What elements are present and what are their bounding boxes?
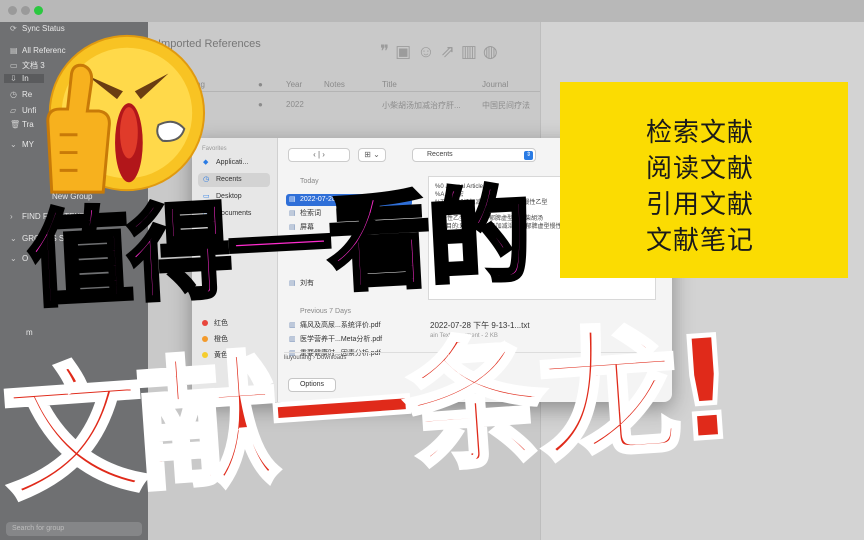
back-forward-buttons[interactable]: ‹ | › xyxy=(288,148,350,162)
read-status-dot: ● xyxy=(258,100,263,109)
globe-icon[interactable]: ◍ xyxy=(483,42,504,61)
orange-tag-icon xyxy=(202,336,208,342)
note-line: 引用文献 xyxy=(646,190,755,220)
column-title[interactable]: Title xyxy=(382,80,397,89)
minimize-window-button[interactable] xyxy=(21,6,30,15)
share-icon[interactable]: ⇗ xyxy=(441,42,461,61)
chevron-updown-icon: ⇕ xyxy=(524,151,533,160)
column-read-status[interactable]: ● xyxy=(258,80,263,89)
chevron-down-icon: ⌄ xyxy=(10,234,17,243)
note-line: 检索文献 xyxy=(646,118,755,148)
column-year[interactable]: Year xyxy=(286,80,302,89)
view-mode-button[interactable]: ⊞ ⌄ xyxy=(358,148,386,162)
location-popup[interactable]: Recents ⇕ xyxy=(412,148,536,162)
import-icon: ⇩ xyxy=(10,74,17,83)
window-titlebar xyxy=(0,0,864,22)
pdf-icon[interactable]: ▥ xyxy=(461,42,483,61)
note-line: 文献笔记 xyxy=(646,226,755,256)
toolbar: ❞▣☺⇗▥◍ xyxy=(380,42,504,62)
chevron-down-icon: ⌄ xyxy=(10,254,17,263)
column-journal[interactable]: Journal xyxy=(482,80,508,89)
sidebar-item-recently-added[interactable]: ◷ Re xyxy=(10,90,32,99)
column-notes[interactable]: Notes xyxy=(324,80,345,89)
group-search-input[interactable]: Search for group xyxy=(6,522,142,536)
previous-7-days-heading: Previous 7 Days xyxy=(300,308,351,315)
sidebar-item-misc[interactable]: m xyxy=(26,328,33,337)
row-title: 小柴胡汤加减治疗肝... xyxy=(382,101,461,110)
pdf-file-icon: ▥ xyxy=(289,322,296,329)
sidebar-section-online[interactable]: ⌄ O xyxy=(10,254,28,263)
chevron-down-icon: ⌄ xyxy=(10,140,17,149)
clipboard-add-icon[interactable]: ▣ xyxy=(395,42,417,61)
note-line: 阅读文献 xyxy=(646,154,755,184)
row-journal: 中国民间疗法 xyxy=(482,101,530,110)
folder-icon: ▱ xyxy=(10,106,17,115)
angry-thumbs-up-emoji xyxy=(46,34,206,194)
quote-icon[interactable]: ❞ xyxy=(380,42,395,61)
document-icon: ▭ xyxy=(10,61,18,70)
clock-icon: ◷ xyxy=(10,90,17,99)
sync-icon: ⟳ xyxy=(10,24,17,33)
feature-note: 检索文献 阅读文献 引用文献 文献笔记 xyxy=(560,82,848,278)
add-user-icon[interactable]: ☺ xyxy=(417,42,440,61)
sidebar-item-applications[interactable]: ◆ Applicati... xyxy=(198,156,270,170)
mouse-pointer-icon: ➤ xyxy=(360,197,369,208)
close-window-button[interactable] xyxy=(8,6,17,15)
red-tag-icon xyxy=(202,320,208,326)
trash-icon: 🗑 xyxy=(10,120,21,129)
row-year: 2022 xyxy=(286,100,304,109)
chevron-right-icon: › xyxy=(10,212,13,221)
library-icon: ▤ xyxy=(10,46,18,55)
tag-red[interactable]: 红色 xyxy=(214,318,228,328)
maximize-window-button[interactable] xyxy=(34,6,43,15)
sidebar-item-recents[interactable]: ◷ Recents xyxy=(198,173,270,187)
